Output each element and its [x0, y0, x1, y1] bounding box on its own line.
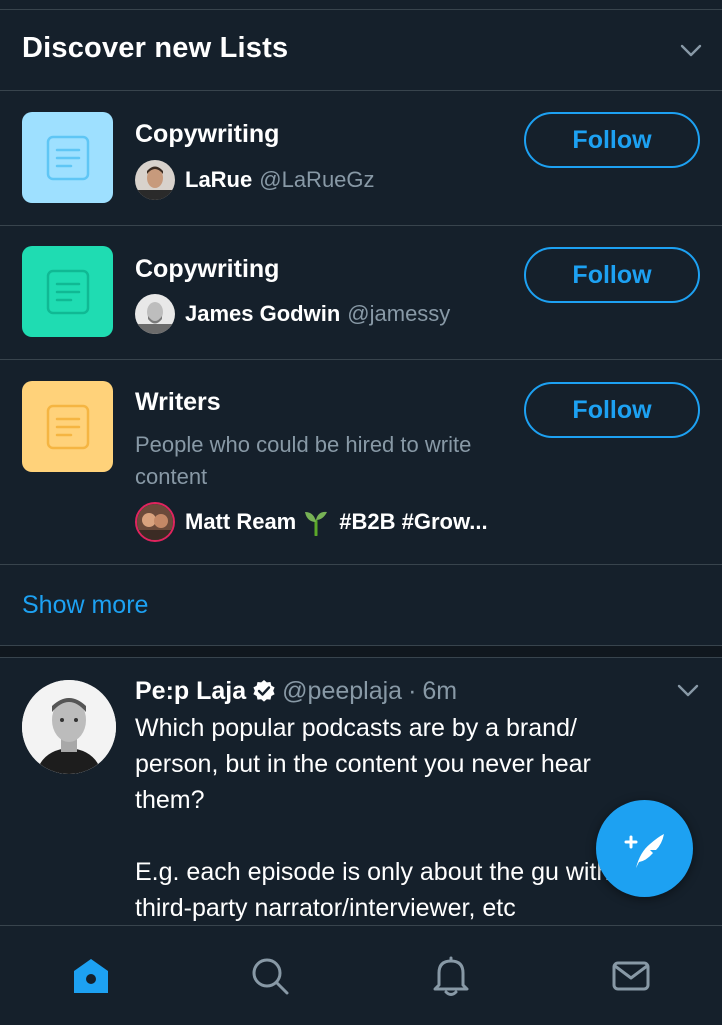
section-separator — [0, 646, 722, 658]
list-item[interactable]: Copywriting James Godwin @jamessy Follow — [0, 226, 722, 360]
list-name[interactable]: Copywriting — [135, 120, 279, 149]
list-icon — [22, 112, 113, 203]
follow-button[interactable]: Follow — [524, 382, 700, 438]
list-item[interactable]: Writers People who could be hired to wri… — [0, 360, 722, 565]
owner-handle: @jamessy — [347, 301, 451, 326]
tweet-author-name[interactable]: Pe:p Laja — [135, 677, 246, 706]
owner-name: LaRue — [185, 167, 253, 192]
avatar[interactable] — [135, 294, 175, 334]
discover-lists-header: Discover new Lists — [0, 10, 722, 91]
home-icon[interactable] — [71, 956, 111, 996]
owner-name: James Godwin — [185, 301, 341, 326]
top-divider — [0, 0, 722, 10]
list-item[interactable]: Copywriting LaRue @LaRueGz Follow — [0, 91, 722, 226]
avatar[interactable] — [135, 160, 175, 200]
list-owner[interactable]: James Godwin @jamessy — [135, 293, 450, 335]
list-icon — [22, 246, 113, 337]
tweet-author-handle[interactable]: @peeplaja — [282, 677, 402, 706]
notifications-bell-icon[interactable] — [431, 956, 471, 996]
owner-handle: @LaRueGz — [259, 167, 375, 192]
compose-tweet-icon — [624, 834, 664, 868]
avatar[interactable] — [135, 502, 175, 542]
tweet-time[interactable]: 6m — [422, 677, 457, 706]
messages-envelope-icon[interactable] — [611, 956, 651, 996]
list-name[interactable]: Writers — [135, 388, 221, 417]
chevron-down-icon[interactable] — [677, 684, 699, 698]
chevron-down-icon[interactable] — [680, 44, 702, 58]
list-owner[interactable]: LaRue @LaRueGz — [135, 159, 375, 201]
tweet-header: Pe:p Laja @peeplaja · 6m — [135, 674, 457, 708]
list-name[interactable]: Copywriting — [135, 255, 279, 284]
seedling-icon — [305, 511, 328, 536]
show-more-row[interactable]: Show more — [0, 565, 722, 646]
search-icon[interactable] — [250, 956, 290, 996]
tweet-text: Which popular podcasts are by a brand/ p… — [135, 714, 631, 922]
follow-button[interactable]: Follow — [524, 247, 700, 303]
follow-button[interactable]: Follow — [524, 112, 700, 168]
show-more-link[interactable]: Show more — [22, 591, 148, 620]
owner-name-suffix: #B2B #Grow... — [339, 509, 488, 534]
compose-tweet-button[interactable] — [596, 800, 693, 897]
verified-badge-icon — [252, 679, 276, 703]
discover-lists-title: Discover new Lists — [22, 32, 289, 64]
owner-name: Matt Ream — [185, 509, 297, 534]
bottom-navigation — [0, 925, 722, 1025]
separator-dot: · — [408, 676, 417, 705]
list-description: People who could be hired to write conte… — [135, 432, 472, 489]
avatar[interactable] — [22, 680, 116, 774]
list-icon — [22, 381, 113, 472]
list-owner[interactable]: Matt Ream #B2B #Grow... — [135, 501, 495, 543]
